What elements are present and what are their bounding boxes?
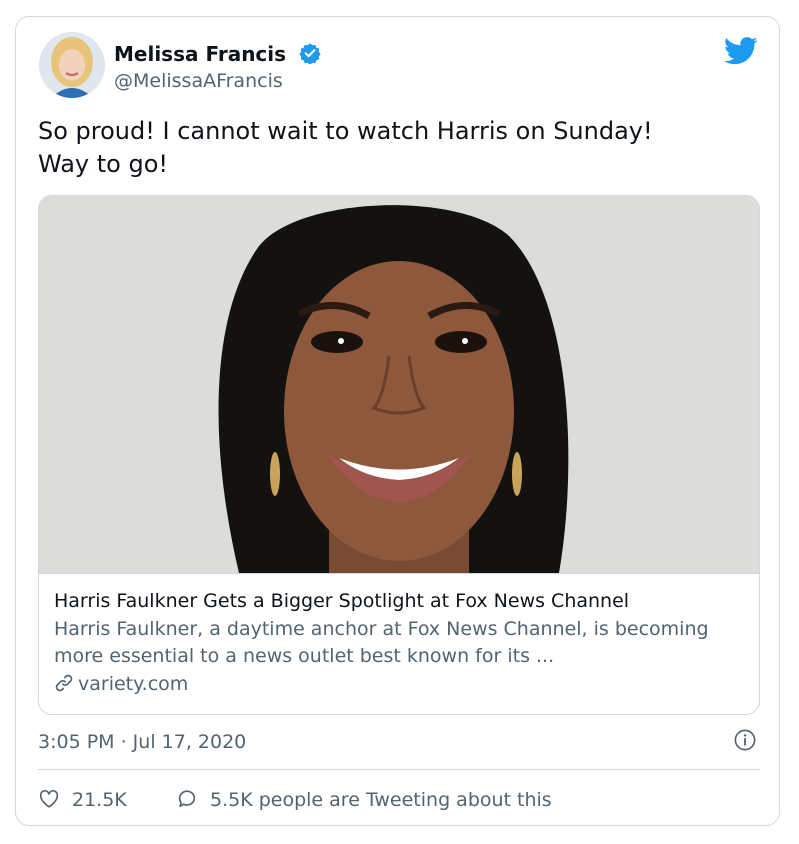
tweet-card: Melissa Francis @MelissaAFrancis So prou… [15, 16, 780, 826]
card-domain[interactable]: variety.com [54, 671, 188, 697]
card-image[interactable] [39, 196, 759, 573]
divider [38, 769, 760, 770]
tweet-timestamp[interactable]: 3:05 PM · Jul 17, 2020 [38, 729, 246, 755]
like-button[interactable]: 21.5K [38, 787, 127, 813]
card-domain-text: variety.com [78, 673, 189, 695]
card-title[interactable]: Harris Faulkner Gets a Bigger Spotlight … [54, 588, 629, 614]
avatar[interactable] [39, 32, 105, 98]
link-preview-card[interactable]: Harris Faulkner Gets a Bigger Spotlight … [38, 195, 760, 715]
like-count: 21.5K [72, 789, 127, 811]
tweeting-count-label: 5.5K people are Tweeting about this [210, 789, 552, 811]
author-name[interactable]: Melissa Francis [114, 41, 286, 67]
info-icon[interactable] [734, 729, 756, 751]
verified-badge-icon [299, 43, 321, 64]
tweet-text: So proud! I cannot wait to watch Harris … [38, 117, 653, 178]
twitter-bird-icon[interactable] [724, 36, 758, 66]
avatar-image [39, 32, 105, 98]
card-description: Harris Faulkner, a daytime anchor at Fox… [54, 618, 709, 667]
card-body[interactable]: Harris Faulkner Gets a Bigger Spotlight … [39, 573, 759, 714]
portrait-photo [39, 196, 759, 573]
link-icon [55, 674, 73, 692]
speech-bubble-icon [178, 790, 196, 808]
author-handle[interactable]: @MelissaAFrancis [114, 68, 283, 94]
heart-icon [39, 790, 59, 808]
tweeting-about-link[interactable]: 5.5K people are Tweeting about this [176, 787, 552, 813]
